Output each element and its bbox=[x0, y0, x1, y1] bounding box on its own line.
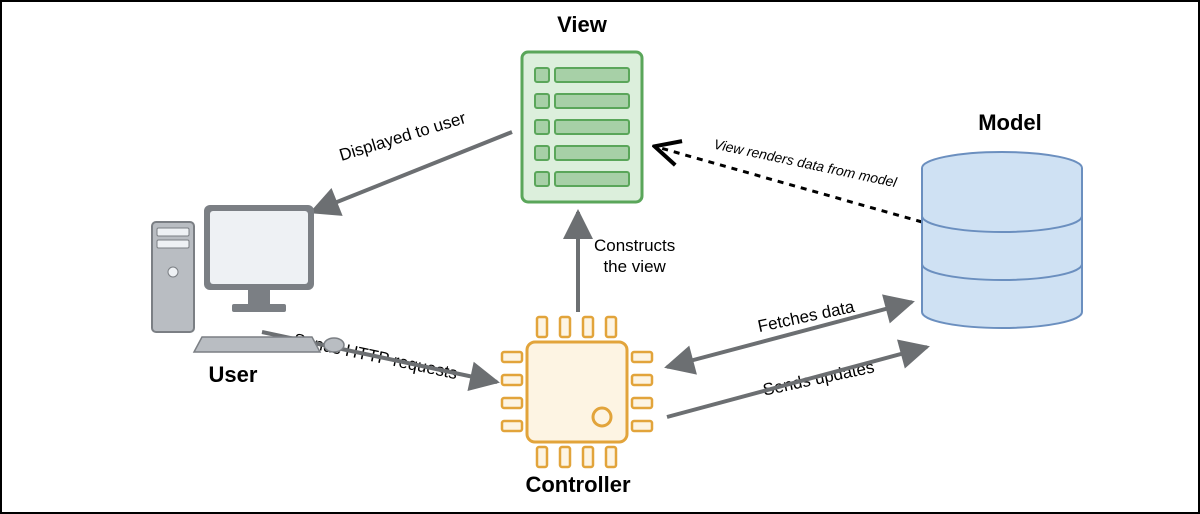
controller-icon bbox=[502, 317, 652, 467]
view-icon bbox=[522, 52, 642, 202]
arrow-view-to-user bbox=[312, 132, 512, 212]
user-icon bbox=[152, 205, 344, 352]
model-icon bbox=[922, 152, 1082, 328]
arrow-model-to-view bbox=[657, 147, 922, 222]
diagram-svg bbox=[2, 2, 1198, 512]
diagram-frame: View Model User Controller Displayed to … bbox=[0, 0, 1200, 514]
arrow-fetches bbox=[667, 302, 912, 367]
